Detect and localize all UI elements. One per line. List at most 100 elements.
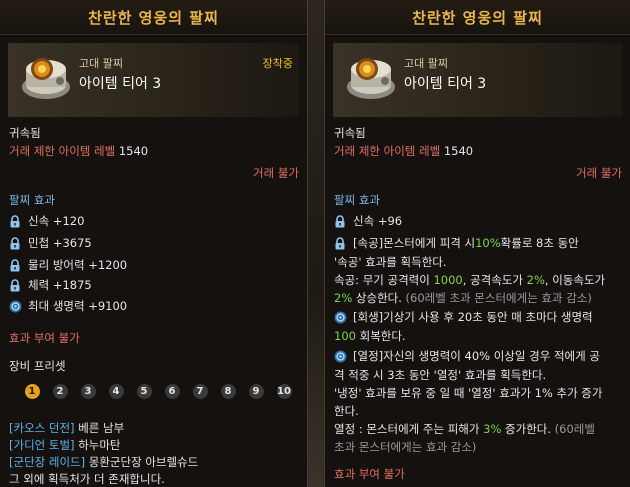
lock-icon (335, 214, 345, 227)
source-name: 하누마탄 (78, 438, 121, 452)
preset-button[interactable]: 4 (102, 384, 130, 399)
preset-button[interactable]: 3 (74, 384, 102, 399)
effect-text: 증가한다. (501, 422, 552, 436)
stat-label: 신속 +96 (353, 214, 403, 228)
preset-selector: 1 2 3 4 5 6 7 8 9 10 (18, 384, 298, 399)
preset-button[interactable]: 1 (18, 384, 46, 399)
level-limit: 거래 제한 아이템 레벨 1540 (9, 143, 148, 159)
effect-text: 회복한다. (355, 329, 406, 343)
effects-title: 팔찌 효과 (9, 193, 55, 207)
source-name: 베른 남부 (78, 421, 125, 435)
preset-button[interactable]: 7 (186, 384, 214, 399)
effects-title: 팔찌 효과 (334, 193, 380, 207)
effect-text: 열정 : 몬스터에게 주는 피해가 (334, 422, 484, 436)
effect-tag: [속공] (353, 236, 384, 250)
stat-row: 신속 +96 (334, 212, 402, 230)
bound-text: 귀속됨 (9, 126, 41, 140)
source-tag: [카오스 던전] (9, 421, 75, 435)
source-item: [군단장 레이드] 몽환군단장 아브렐슈드 (9, 454, 198, 470)
item-header: 고대 팔찌 아이템 티어 3 (333, 43, 622, 117)
effect-value: 2% (526, 273, 545, 287)
trade-status: 거래 불가 (576, 166, 622, 180)
background-gap (308, 0, 324, 487)
preset-button[interactable]: 10 (270, 384, 298, 399)
bound-text: 귀속됨 (334, 126, 366, 140)
stat-row: 신속 +120 (9, 212, 84, 230)
preset-number: 9 (248, 384, 264, 399)
effect-value: 2% (334, 291, 353, 305)
effect-text: '속공' 효과를 획득한다. (334, 255, 447, 269)
item-tier: 아이템 티어 3 (79, 76, 162, 92)
tooltip-equipped: 찬란한 영웅의 팔찌 고대 팔찌 아이템 티어 3 장착중 귀속됨 거래 제한 … (0, 0, 308, 487)
level-limit-label: 거래 제한 아이템 레벨 (9, 144, 116, 158)
level-limit-value: 1540 (443, 144, 474, 158)
effect-line: [속공] 몬스터에게 피격 시 10% 확률로 8초 동안 (334, 234, 579, 252)
stat-row: 체력 +1875 (9, 276, 92, 294)
preset-button[interactable]: 6 (158, 384, 186, 399)
effect-note: (60레벨 초과 몬스터에게는 효과 감소) (401, 291, 592, 305)
preset-number: 8 (220, 384, 236, 399)
effect-text: '냉정' 효과를 보유 중 일 때 '열정' 효과가 1% 추가 증가 (334, 386, 603, 400)
source-tag: [가디언 토벌] (9, 438, 75, 452)
source-item: [카오스 던전] 베른 남부 (9, 420, 124, 436)
stat-label: 최대 생명력 +9100 (28, 299, 128, 313)
preset-button[interactable]: 9 (242, 384, 270, 399)
source-item: [가디언 토벌] 하누마탄 (9, 437, 121, 453)
effect-note: 초과 몬스터에게는 효과 감소) (334, 440, 477, 454)
effect-text: 속공: 무기 공격력이 (334, 273, 434, 287)
effect-text: 한다. (334, 404, 359, 418)
effect-text: 상승한다. (352, 291, 402, 305)
trade-status: 거래 불가 (253, 166, 299, 180)
effect-line: [열정] 자신의 생명력이 40% 이상일 경우 적에게 공 (334, 347, 600, 365)
item-tier: 아이템 티어 3 (404, 76, 487, 92)
preset-number: 5 (136, 384, 152, 399)
item-grade: 고대 팔찌 (404, 57, 448, 70)
swirl-icon (9, 300, 22, 312)
stat-label: 민첩 +3675 (28, 236, 92, 250)
preset-number: 3 (80, 384, 96, 399)
swirl-icon (334, 311, 347, 323)
effect-value: 1000 (433, 273, 463, 287)
effect-detail: 속공: 무기 공격력이 1000, 공격속도가 2%, 이동속도가 (334, 272, 605, 288)
lock-icon (10, 214, 20, 227)
item-title: 찬란한 영웅의 팔찌 (0, 0, 307, 35)
equipped-badge: 장착중 (262, 57, 293, 70)
stat-label: 체력 +1875 (28, 278, 92, 292)
lock-icon (335, 236, 345, 249)
stat-row: 최대 생명력 +9100 (9, 297, 127, 315)
preset-number: 1 (24, 384, 40, 399)
source-tag: [군단장 레이드] (9, 455, 86, 469)
preset-number: 2 (52, 384, 68, 399)
effect-detail: 열정 : 몬스터에게 주는 피해가 3% 증가한다. (60레벨 (334, 421, 595, 437)
item-title: 찬란한 영웅의 팔찌 (325, 0, 630, 35)
tooltip-compare: 찬란한 영웅의 팔찌 고대 팔찌 아이템 티어 3 귀속됨 거래 제한 아이템 … (324, 0, 630, 487)
source-name: 몽환군단장 아브렐슈드 (88, 455, 199, 469)
effect-tag: [회생] (353, 310, 384, 324)
effect-text: 자신의 생명력이 40% 이상일 경우 적에게 공 (383, 349, 600, 363)
effect-detail: 100 회복한다. (334, 328, 406, 344)
preset-button[interactable]: 2 (46, 384, 74, 399)
preset-button[interactable]: 5 (130, 384, 158, 399)
preset-number: 6 (164, 384, 180, 399)
preset-button[interactable]: 8 (214, 384, 242, 399)
lock-icon (10, 258, 20, 271)
lock-icon (10, 236, 20, 249)
preset-number: 4 (108, 384, 124, 399)
lock-icon (10, 278, 20, 291)
effect-note: (60레벨 (551, 422, 595, 436)
effect-value: 10% (475, 236, 501, 250)
preset-number: 7 (192, 384, 208, 399)
effect-text: , 이동속도가 (544, 273, 606, 287)
effect-grant-status: 효과 부여 불가 (334, 467, 405, 481)
bracelet-icon (347, 58, 395, 99)
stat-row: 물리 방어력 +1200 (9, 256, 127, 274)
preset-title: 장비 프리셋 (9, 359, 66, 373)
effect-text: 기상기 사용 후 20초 동안 매 초마다 생명력 (383, 310, 593, 324)
level-limit: 거래 제한 아이템 레벨 1540 (334, 143, 473, 159)
more-sources: 그 외에 획득처가 더 존재합니다. (9, 472, 165, 486)
effect-text: 확률로 8초 동안 (500, 236, 579, 250)
effect-line: [회생] 기상기 사용 후 20초 동안 매 초마다 생명력 (334, 308, 593, 326)
item-grade: 고대 팔찌 (79, 57, 123, 70)
bracelet-icon (22, 58, 70, 99)
effect-grant-status: 효과 부여 불가 (9, 331, 80, 345)
